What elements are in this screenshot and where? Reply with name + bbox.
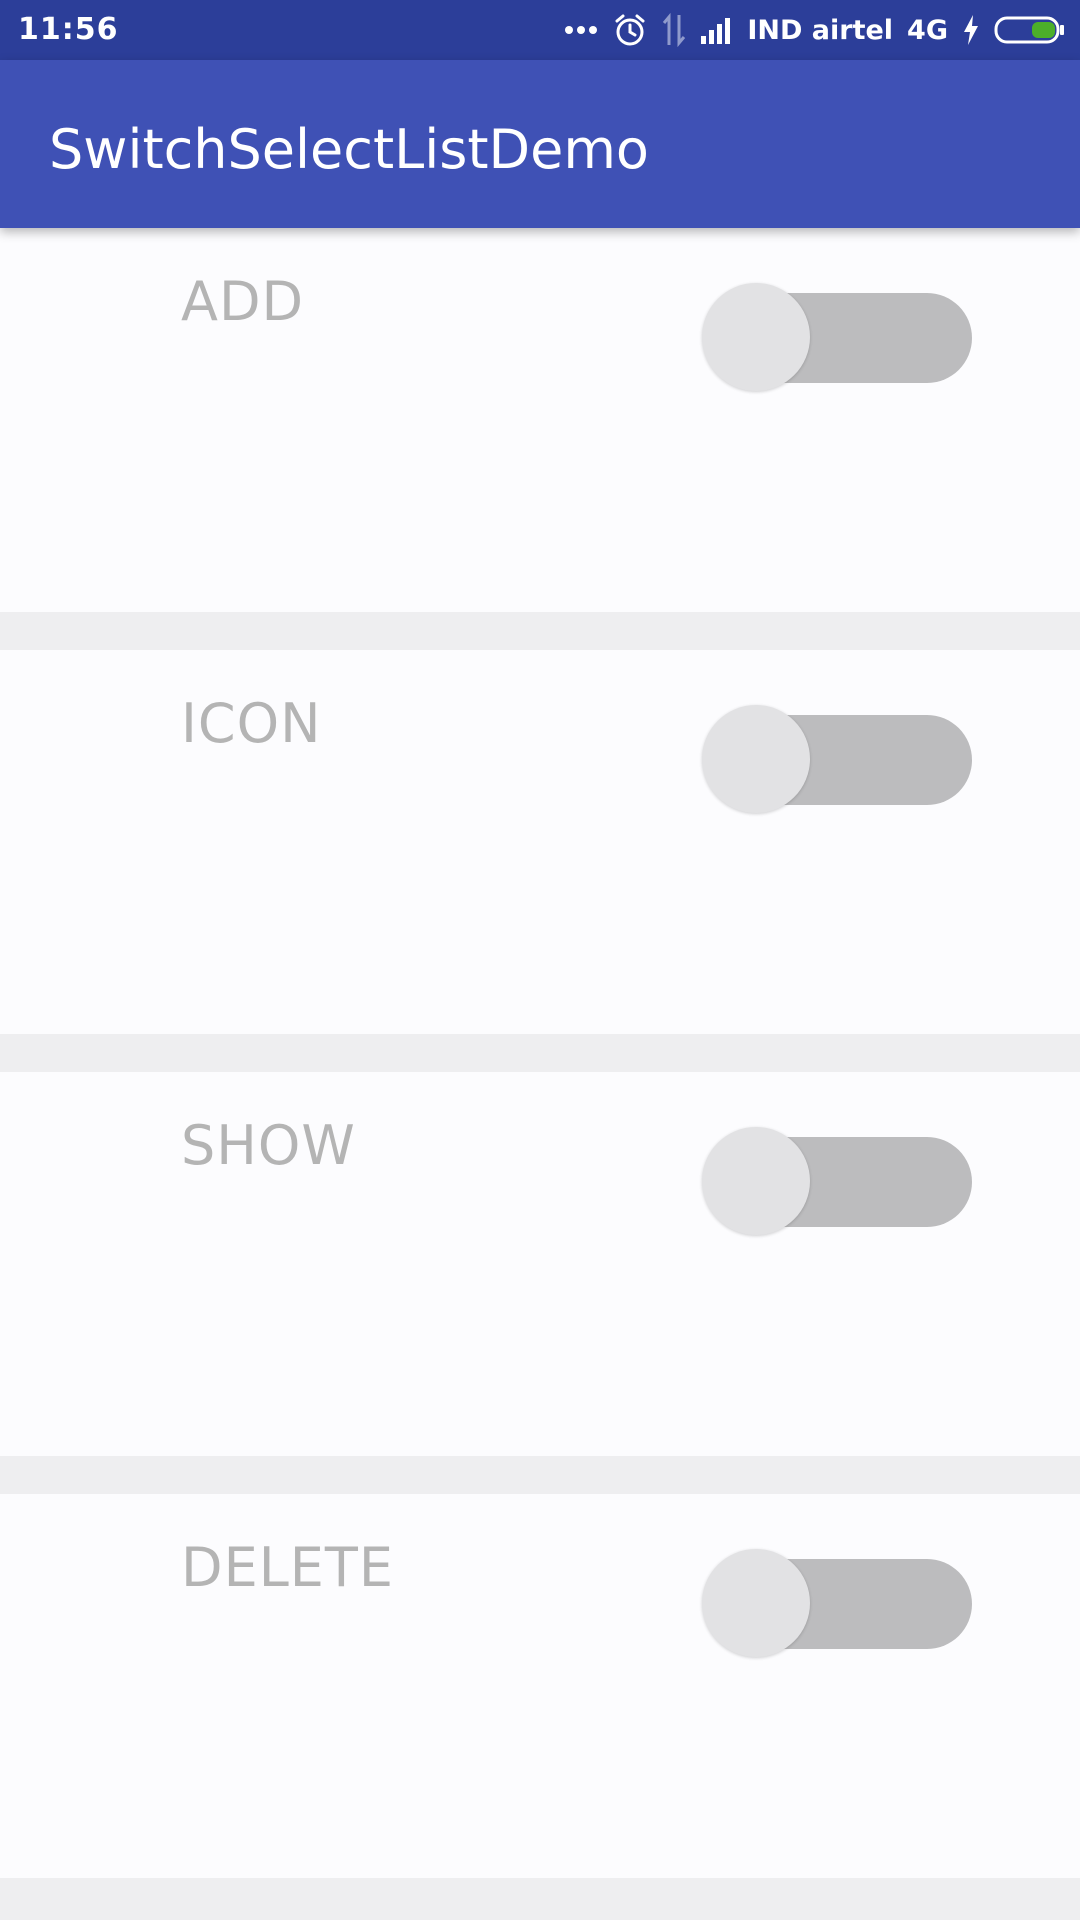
status-icons: IND airtel 4G [563,10,1066,50]
charging-icon [964,15,978,45]
battery-icon [994,16,1064,44]
list-item-show[interactable]: SHOW [0,1072,1080,1456]
item-label: ICON [181,692,322,755]
status-time: 11:56 [18,12,119,47]
more-dots-icon [565,26,598,34]
delete-switch[interactable] [702,1549,972,1659]
switch-thumb [702,705,810,813]
list-item-icon[interactable]: ICON [0,650,1080,1034]
add-switch[interactable] [702,283,972,393]
list-item-add[interactable]: ADD [0,228,1080,612]
signal-icon [701,18,731,44]
item-label: ADD [181,270,305,333]
alarm-icon [615,14,645,46]
status-bar: 11:56 IND airtel 4G [0,0,1080,60]
data-transfer-icon [663,13,686,47]
item-label: SHOW [181,1114,356,1177]
switch-thumb [702,283,810,391]
switch-thumb [702,1127,810,1235]
network-type-label: 4G [907,14,948,46]
carrier-label: IND airtel [747,14,894,46]
app-bar: SwitchSelectListDemo [0,60,1080,228]
icon-switch[interactable] [702,705,972,815]
item-label: DELETE [181,1536,395,1599]
app-title: SwitchSelectListDemo [49,118,649,181]
list-item-delete[interactable]: DELETE [0,1494,1080,1878]
show-switch[interactable] [702,1127,972,1237]
switch-thumb [702,1549,810,1657]
